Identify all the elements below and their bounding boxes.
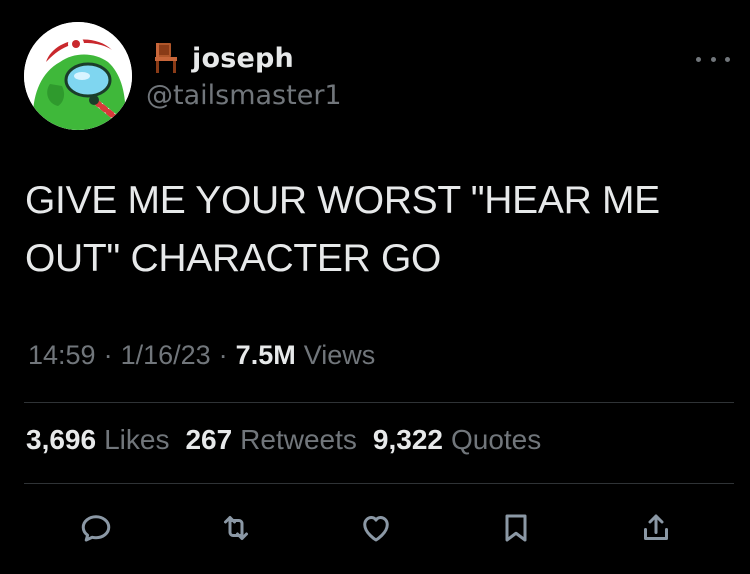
retweets-stat[interactable]: 267 Retweets xyxy=(185,424,356,456)
meta-separator: · xyxy=(218,340,228,370)
retweets-count: 267 xyxy=(185,424,233,455)
reply-icon xyxy=(81,515,111,542)
share-button[interactable] xyxy=(636,508,676,548)
divider xyxy=(24,402,734,403)
engagement-stats: 3,696 Likes 267 Retweets 9,322 Quotes xyxy=(26,424,557,456)
chair-icon xyxy=(152,42,180,74)
bookmark-icon xyxy=(505,514,527,542)
action-bar xyxy=(0,502,750,558)
likes-label: Likes xyxy=(104,424,170,455)
views-count: 7.5M xyxy=(235,340,296,370)
more-dot-icon xyxy=(710,56,716,62)
tweet-text: GIVE ME YOUR WORST "HEAR ME OUT" CHARACT… xyxy=(25,179,660,280)
retweet-button[interactable] xyxy=(216,508,256,548)
user-handle[interactable]: @tailsmaster1 xyxy=(146,80,342,111)
more-dot-icon xyxy=(696,56,701,62)
reply-button[interactable] xyxy=(76,508,116,548)
tweet-time[interactable]: 14:59 xyxy=(28,340,96,371)
tweet-card: joseph @tailsmaster1 GIVE ME YOUR WORST … xyxy=(0,0,750,574)
views-label: Views xyxy=(303,340,376,370)
display-name: joseph xyxy=(192,42,294,74)
quotes-stat[interactable]: 9,322 Quotes xyxy=(373,424,541,456)
author-name-row[interactable]: joseph xyxy=(152,40,294,76)
tweet-meta: 14:59 · 1/16/23 · 7.5M Views xyxy=(28,340,375,371)
quotes-count: 9,322 xyxy=(372,424,443,455)
meta-separator: · xyxy=(103,340,113,370)
tweet-date[interactable]: 1/16/23 xyxy=(121,340,211,371)
like-button[interactable] xyxy=(356,508,396,548)
retweet-icon xyxy=(224,516,248,540)
divider xyxy=(24,483,734,484)
green-character-avatar xyxy=(24,22,132,130)
bookmark-button[interactable] xyxy=(496,508,536,548)
more-options-button[interactable] xyxy=(696,52,730,66)
likes-stat[interactable]: 3,696 Likes xyxy=(26,424,169,456)
quotes-label: Quotes xyxy=(450,424,542,455)
avatar[interactable] xyxy=(24,22,132,130)
likes-count: 3,696 xyxy=(26,424,97,455)
retweets-label: Retweets xyxy=(240,424,357,455)
more-dot-icon xyxy=(725,56,730,62)
share-icon xyxy=(644,514,668,540)
like-icon xyxy=(363,516,389,542)
